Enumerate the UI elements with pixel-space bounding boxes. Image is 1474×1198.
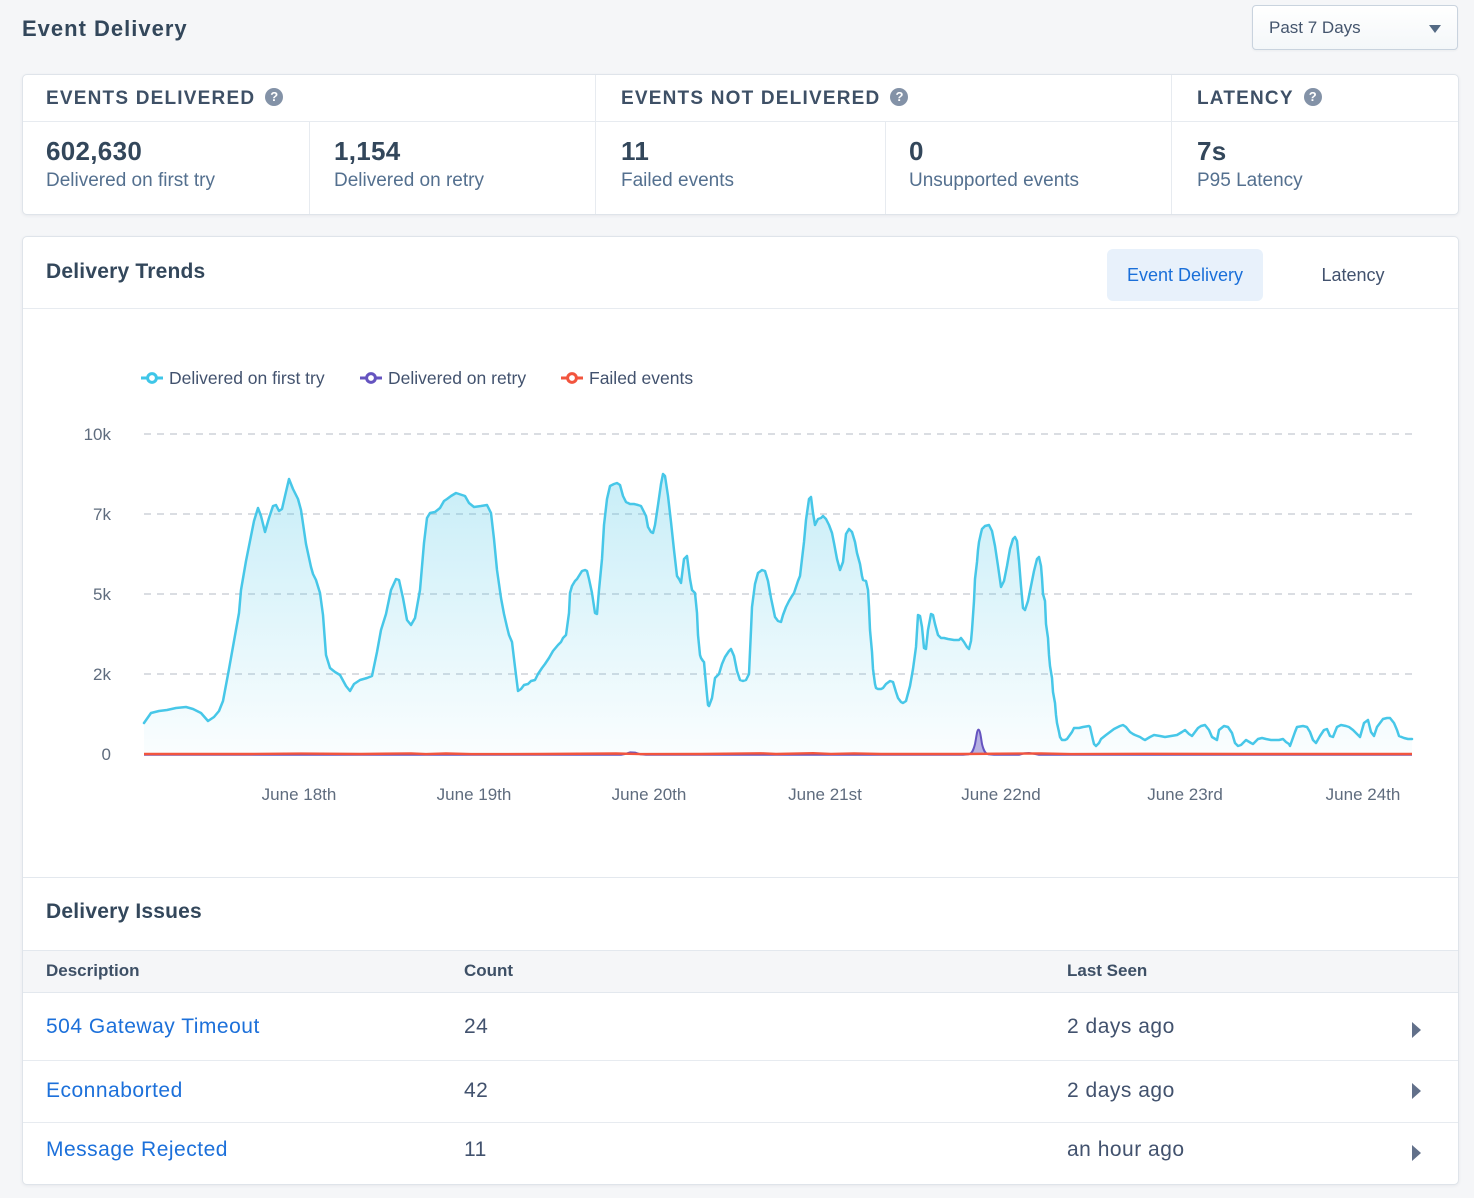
svg-text:June 22nd: June 22nd	[961, 785, 1040, 804]
svg-text:0: 0	[102, 745, 111, 764]
svg-text:June 20th: June 20th	[612, 785, 687, 804]
svg-text:June 24th: June 24th	[1326, 785, 1401, 804]
svg-text:Delivered on retry: Delivered on retry	[388, 368, 526, 388]
svg-text:June 19th: June 19th	[437, 785, 512, 804]
svg-text:7k: 7k	[93, 505, 111, 524]
svg-text:10k: 10k	[84, 425, 112, 444]
svg-text:June 21st: June 21st	[788, 785, 862, 804]
svg-text:2k: 2k	[93, 665, 111, 684]
svg-text:Delivered on first try: Delivered on first try	[169, 368, 325, 388]
svg-text:June 18th: June 18th	[262, 785, 337, 804]
svg-text:5k: 5k	[93, 585, 111, 604]
svg-text:Failed events: Failed events	[589, 368, 693, 388]
svg-text:June 23rd: June 23rd	[1147, 785, 1223, 804]
